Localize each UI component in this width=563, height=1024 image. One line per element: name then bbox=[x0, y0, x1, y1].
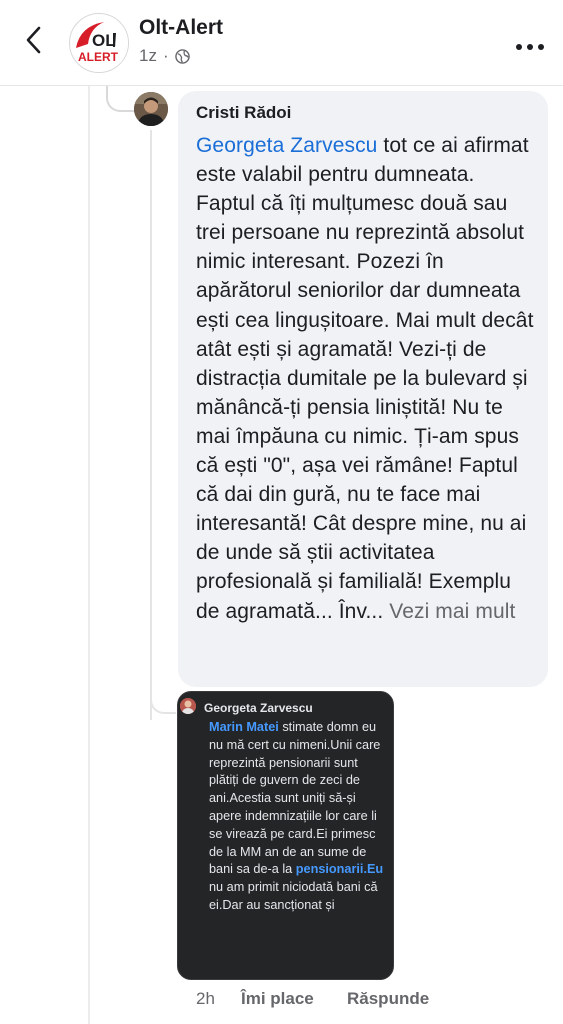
globe-icon bbox=[174, 48, 190, 64]
comment-author[interactable]: Cristi Rădoi bbox=[196, 103, 534, 123]
reply-thread-line bbox=[150, 130, 152, 720]
comment-body: tot ce ai afirmat este valabil pentru du… bbox=[196, 134, 534, 623]
olt-alert-logo-icon: OL ALERT bbox=[71, 15, 128, 72]
attachment-link: pensionarii.Eu bbox=[295, 862, 384, 877]
post-header: OL ALERT Olt-Alert 1z · bbox=[0, 0, 563, 86]
post-time[interactable]: 1z bbox=[139, 46, 157, 66]
comment-bubble: Cristi Rădoi Georgeta Zarvescu tot ce ai… bbox=[178, 91, 548, 687]
mention-link[interactable]: Georgeta Zarvescu bbox=[196, 134, 377, 157]
more-dots-icon bbox=[516, 44, 544, 50]
thread-line bbox=[88, 86, 90, 1024]
attachment-author: Georgeta Zarvescu bbox=[204, 701, 313, 715]
commenter-avatar[interactable] bbox=[134, 92, 168, 126]
comment-actions: 2h Îmi place Răspunde bbox=[196, 989, 429, 1009]
page-name[interactable]: Olt-Alert bbox=[139, 16, 223, 40]
more-options-button[interactable] bbox=[515, 38, 545, 50]
comment-attachment-image[interactable]: Georgeta Zarvescu Marin Matei stimate do… bbox=[177, 691, 394, 980]
see-more-link[interactable]: Vezi mai mult bbox=[389, 600, 515, 623]
svg-text:OL: OL bbox=[92, 31, 116, 50]
attachment-text: Marin Matei stimate domn eu nu mă cert c… bbox=[209, 719, 387, 915]
attachment-avatar bbox=[180, 698, 196, 714]
attachment-body-1: stimate domn eu nu mă cert cu nimeni.Uni… bbox=[209, 720, 381, 877]
reply-thread-connector bbox=[150, 690, 176, 714]
avatar-photo-icon bbox=[134, 92, 168, 126]
comment-text: Georgeta Zarvescu tot ce ai afirmat este… bbox=[196, 131, 534, 626]
page-logo[interactable]: OL ALERT bbox=[69, 13, 129, 73]
back-arrow-icon bbox=[26, 26, 41, 54]
svg-text:ALERT: ALERT bbox=[78, 50, 119, 64]
back-button[interactable] bbox=[22, 24, 46, 56]
thread-connector bbox=[106, 86, 136, 112]
like-button[interactable]: Îmi place bbox=[241, 989, 347, 1009]
post-meta: 1z · bbox=[139, 46, 190, 66]
comment-time[interactable]: 2h bbox=[196, 989, 241, 1009]
attachment-body-2: nu am primit niciodată bani că ei.Dar au… bbox=[209, 880, 378, 912]
reply-button[interactable]: Răspunde bbox=[347, 989, 429, 1009]
attachment-avatar-icon bbox=[180, 698, 196, 714]
attachment-mention: Marin Matei bbox=[209, 720, 279, 734]
meta-separator: · bbox=[162, 46, 169, 65]
